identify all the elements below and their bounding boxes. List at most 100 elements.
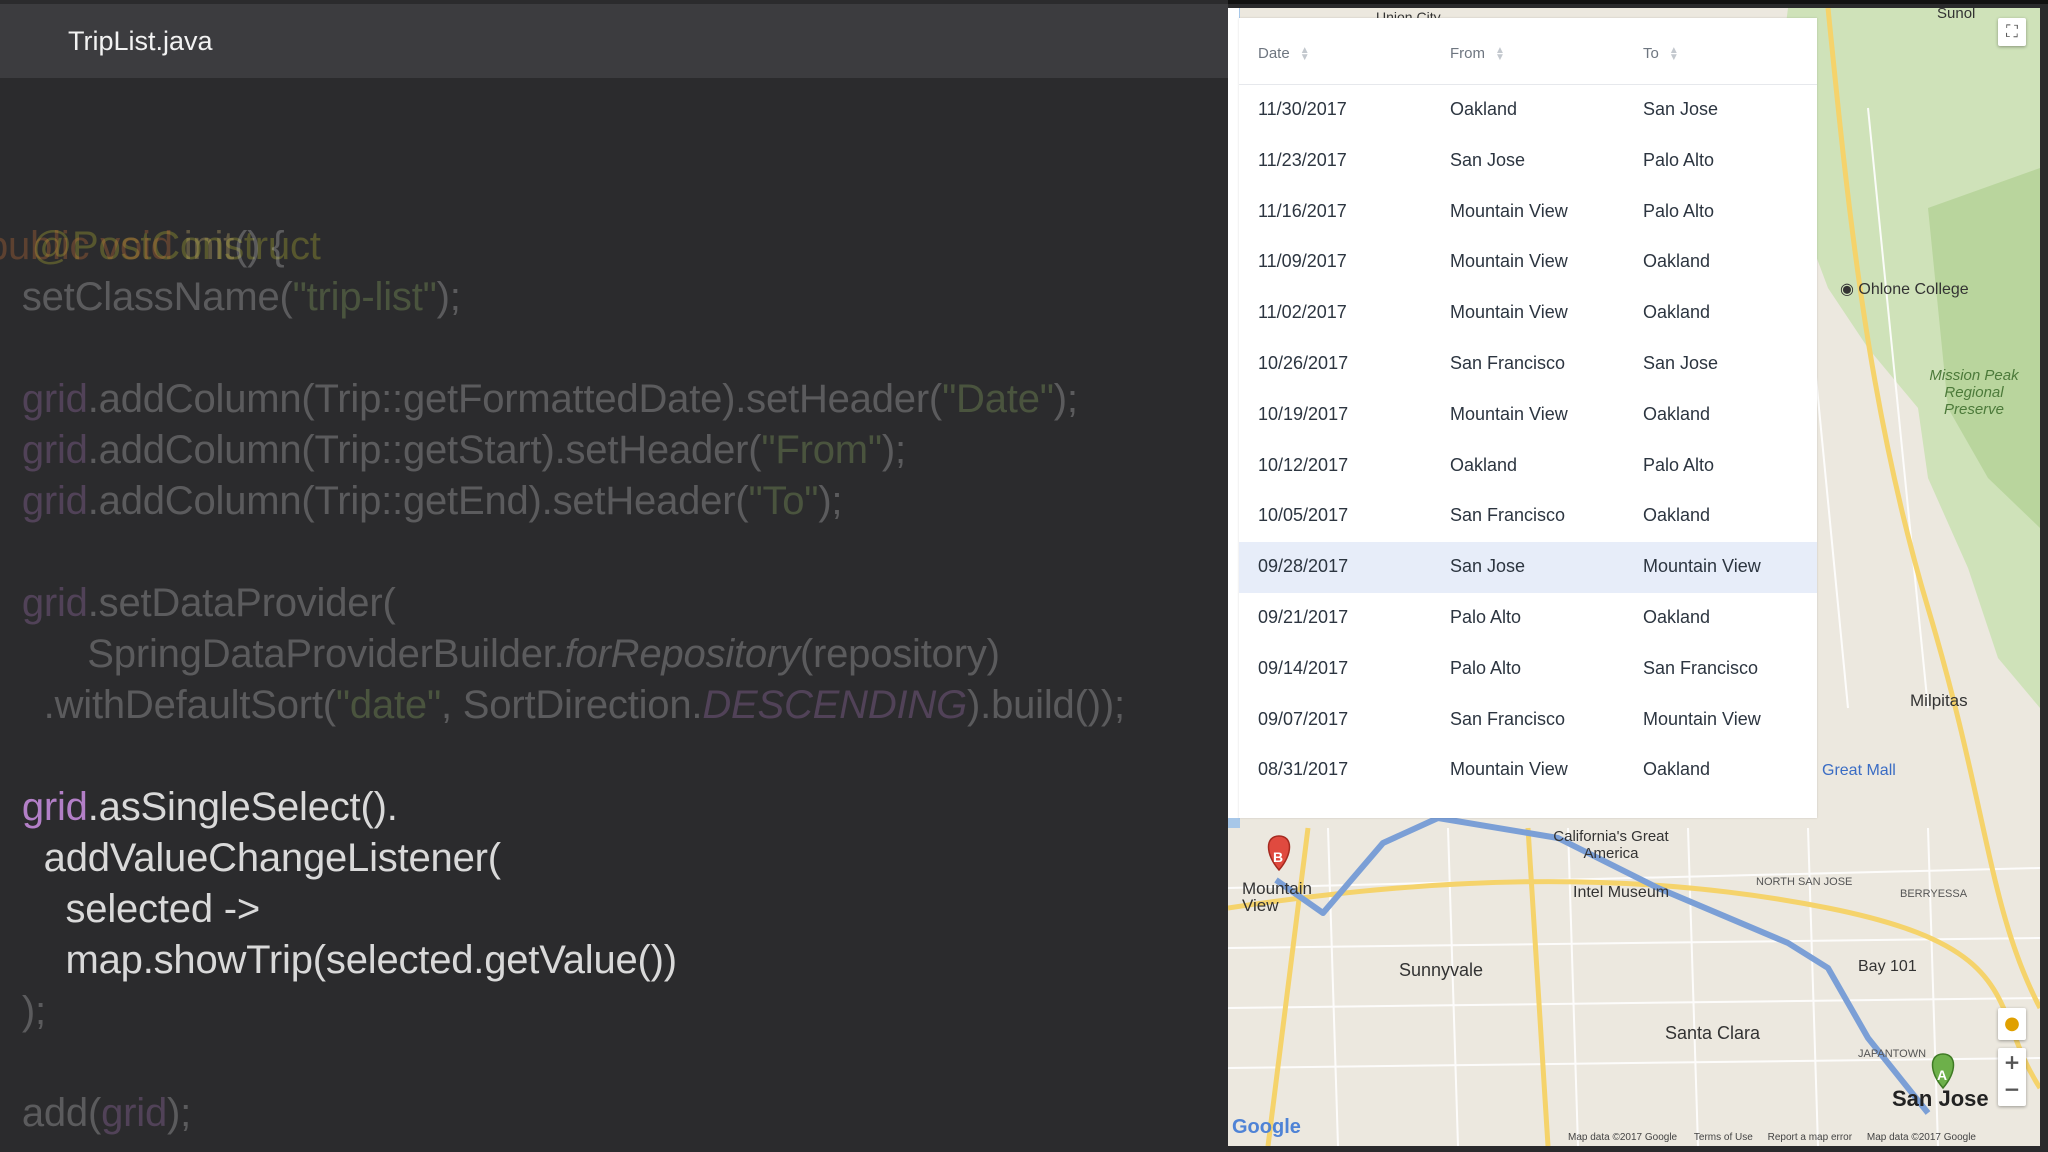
sort-icon[interactable]: ▲ ▼ bbox=[1495, 46, 1505, 63]
field-ref: grid bbox=[101, 1091, 167, 1135]
code-line-13: map.showTrip(selected.getValue()) bbox=[0, 935, 677, 986]
code-text: ).build()); bbox=[967, 683, 1125, 727]
report-error-link[interactable]: Report a map error bbox=[1768, 1132, 1852, 1143]
map-attribution-bar: Map data ©2017 Google Terms of Use Repor… bbox=[1568, 1132, 1976, 1146]
route-line bbox=[1274, 815, 1931, 1115]
cell-from: Oakland bbox=[1450, 99, 1518, 119]
cell-from: Mountain View bbox=[1450, 403, 1568, 424]
cell-date: 09/21/2017 bbox=[1258, 607, 1349, 627]
code-text: .addColumn(Trip::getFormattedDate).setHe… bbox=[87, 377, 943, 421]
cell-date: 09/28/2017 bbox=[1258, 556, 1349, 577]
column-header-date-label: Date bbox=[1258, 45, 1290, 62]
code-text: .asSingleSelect(). bbox=[87, 785, 398, 829]
table-row[interactable]: 09/07/2017 San Francisco Mountain View bbox=[1239, 695, 1817, 746]
code-line-8: SpringDataProviderBuilder.forRepository(… bbox=[0, 629, 1000, 680]
zoom-in-button[interactable]: + bbox=[1998, 1048, 2026, 1077]
column-header-from[interactable]: From ▲ ▼ bbox=[1450, 45, 1505, 63]
table-row[interactable]: 11/02/2017 Mountain View Oakland bbox=[1239, 288, 1817, 339]
column-header-date[interactable]: Date ▲ ▼ bbox=[1258, 45, 1310, 63]
table-row[interactable]: 11/30/2017 Oakland San Jose bbox=[1239, 85, 1817, 136]
code-text: .addColumn(Trip::getStart).setHeader( bbox=[87, 428, 762, 472]
code-text: .setDataProvider( bbox=[87, 581, 396, 625]
google-logo: Google bbox=[1232, 1116, 1301, 1138]
table-row[interactable] bbox=[1239, 796, 1817, 818]
cell-date: 10/05/2017 bbox=[1258, 505, 1349, 526]
cell-to: Oakland bbox=[1643, 607, 1711, 627]
fullscreen-icon: ⛶ bbox=[2006, 22, 2018, 42]
string-literal: "date" bbox=[335, 683, 441, 727]
map-data-text-right: Map data ©2017 Google bbox=[1866, 1132, 1976, 1143]
table-row[interactable]: 08/31/2017 Mountain View Oakland bbox=[1239, 745, 1817, 796]
method-name: init bbox=[183, 224, 235, 268]
cell-to: Mountain View bbox=[1643, 556, 1761, 577]
code-editor[interactable]: TripList.java @PostConstruct public void… bbox=[0, 0, 1228, 1152]
string-literal: "To" bbox=[748, 479, 819, 523]
column-header-to[interactable]: To ▲ ▼ bbox=[1643, 45, 1679, 63]
grid-left-strip bbox=[1228, 8, 1239, 818]
static-method: forRepository bbox=[564, 632, 800, 676]
cell-to: Oakland bbox=[1643, 302, 1711, 323]
table-row[interactable]: 11/16/2017 Mountain View Palo Alto bbox=[1239, 187, 1817, 238]
pegman-button[interactable]: ● bbox=[1998, 1008, 2026, 1040]
terms-link[interactable]: Terms of Use bbox=[1694, 1132, 1753, 1143]
table-row[interactable]: 09/21/2017 Palo Alto Oakland bbox=[1239, 593, 1817, 644]
column-header-from-label: From bbox=[1450, 45, 1485, 62]
cell-date: 10/19/2017 bbox=[1258, 403, 1349, 424]
code-text: .addColumn(Trip::getEnd).setHeader( bbox=[87, 479, 749, 523]
code-line-9: .withDefaultSort("date", SortDirection.D… bbox=[0, 680, 1125, 731]
table-row[interactable]: 11/09/2017 Mountain View Oakland bbox=[1239, 237, 1817, 288]
cell-date: 11/16/2017 bbox=[1258, 200, 1347, 221]
string-literal: "Date" bbox=[942, 377, 1054, 421]
cell-to: Palo Alto bbox=[1643, 454, 1715, 475]
table-row[interactable]: 09/28/2017 San Jose Mountain View bbox=[1239, 542, 1817, 594]
cell-from: San Jose bbox=[1450, 556, 1526, 577]
table-row[interactable]: 09/14/2017 Palo Alto San Francisco bbox=[1239, 644, 1817, 695]
code-line-11: addValueChangeListener( bbox=[0, 833, 501, 884]
enum-constant: DESCENDING bbox=[702, 683, 968, 727]
cell-to: Oakland bbox=[1643, 403, 1711, 424]
map-label-japantown: JAPANTOWN bbox=[1858, 1048, 1927, 1060]
code-text: add( bbox=[0, 1091, 102, 1135]
zoom-controls: + − bbox=[1998, 1048, 2026, 1106]
editor-tab[interactable]: TripList.java bbox=[0, 4, 1228, 78]
code-text: .withDefaultSort( bbox=[0, 683, 336, 727]
marker-a-label: A bbox=[1937, 1067, 1948, 1083]
code-line-3: setClassName("trip-list"); bbox=[0, 272, 461, 323]
cell-date: 08/31/2017 bbox=[1258, 759, 1349, 780]
code-line-4: grid.addColumn(Trip::getFormattedDate).s… bbox=[0, 374, 1078, 425]
cell-to: Mountain View bbox=[1643, 708, 1761, 729]
cell-from: Mountain View bbox=[1450, 251, 1568, 272]
cell-from: Mountain View bbox=[1450, 759, 1568, 780]
fullscreen-button[interactable]: ⛶ bbox=[1998, 18, 2026, 46]
code-text: ); bbox=[0, 989, 46, 1033]
code-text: addValueChangeListener( bbox=[0, 836, 501, 880]
sort-icon[interactable]: ▲ ▼ bbox=[1300, 46, 1310, 63]
table-row[interactable]: 11/23/2017 San Jose Palo Alto bbox=[1239, 136, 1817, 187]
map-label-san-jose: San Jose bbox=[1892, 1086, 1989, 1111]
trip-grid[interactable]: Date ▲ ▼ From ▲ ▼ To ▲ ▼ 11/30/2017 Oakland San … bbox=[1239, 18, 1817, 818]
code-line-12: selected -> bbox=[0, 884, 260, 935]
table-row[interactable]: 10/05/2017 San Francisco Oakland bbox=[1239, 491, 1817, 542]
code-text: setClassName( bbox=[0, 275, 293, 319]
cell-to: Palo Alto bbox=[1643, 200, 1715, 221]
code-text: ); bbox=[436, 275, 461, 319]
table-row[interactable]: 10/19/2017 Mountain View Oakland bbox=[1239, 390, 1817, 441]
zoom-out-button[interactable]: − bbox=[1998, 1077, 2026, 1106]
ohlone-text: Ohlone College bbox=[1858, 281, 1969, 298]
map-label-north-san-jose: NORTH SAN JOSE bbox=[1756, 876, 1853, 888]
grid-header: Date ▲ ▼ From ▲ ▼ To ▲ ▼ bbox=[1239, 18, 1817, 85]
cell-date: 11/30/2017 bbox=[1258, 99, 1347, 119]
marker-b-label: B bbox=[1273, 849, 1284, 865]
map-label-santa-clara: Santa Clara bbox=[1665, 1023, 1761, 1043]
code-text: ); bbox=[167, 1091, 192, 1135]
field-ref: grid bbox=[0, 479, 88, 523]
cell-from: San Jose bbox=[1450, 149, 1526, 170]
code-text: ); bbox=[818, 479, 843, 523]
code-line-14: ); bbox=[0, 986, 46, 1037]
field-ref: grid bbox=[0, 581, 88, 625]
table-row[interactable]: 10/12/2017 Oakland Palo Alto bbox=[1239, 441, 1817, 492]
table-row[interactable]: 10/26/2017 San Francisco San Jose bbox=[1239, 339, 1817, 390]
cell-from: Palo Alto bbox=[1450, 657, 1522, 678]
sort-icon[interactable]: ▲ ▼ bbox=[1669, 46, 1679, 63]
keyword: void bbox=[89, 224, 184, 268]
